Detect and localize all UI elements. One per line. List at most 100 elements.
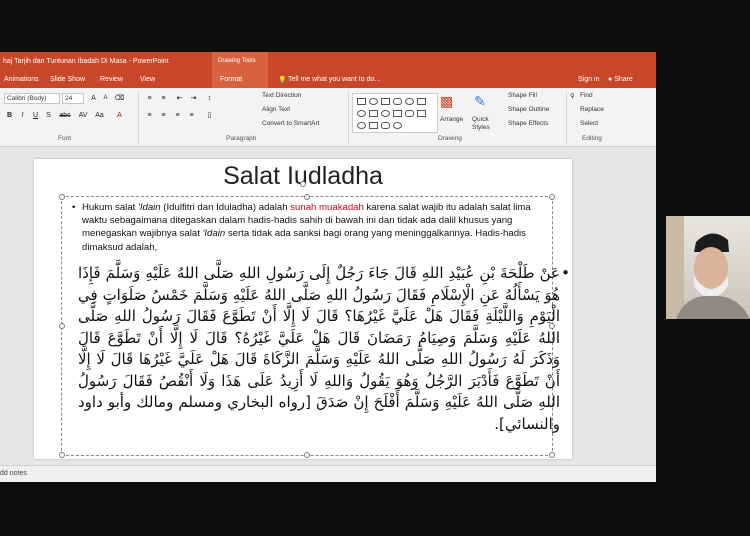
oval-shape-icon[interactable]	[369, 98, 378, 105]
search-icon: ⚲	[570, 93, 575, 100]
line-spacing-icon[interactable]: ↕	[204, 93, 215, 104]
rounded-rect-shape-icon[interactable]	[381, 122, 390, 129]
replace-button[interactable]: Replace	[580, 106, 604, 113]
font-color-icon[interactable]: A	[114, 110, 125, 121]
slide[interactable]: Salat Iudladha • Hukum salat 'Idain (Idul…	[34, 159, 572, 459]
select-button[interactable]: Select	[580, 120, 598, 127]
text-run: Hukum salat	[82, 202, 138, 213]
align-center-icon[interactable]: ≡	[158, 110, 169, 121]
increase-indent-icon[interactable]: ⇥	[188, 93, 199, 104]
grow-font-icon[interactable]: A	[88, 93, 99, 104]
resize-handle[interactable]	[304, 194, 310, 200]
group-label-font: Font	[58, 135, 72, 142]
align-text-button[interactable]: Align Text	[262, 106, 290, 113]
bullet-paragraph-hadith: • عَنْ طَلْحَةَ بْنِ عُبَيْدِ اللهِ قَالَ…	[78, 263, 570, 435]
arrange-button[interactable]: Arrange	[440, 116, 463, 123]
slide-canvas: Salat Iudladha • Hukum salat 'Idain (Idul…	[0, 147, 656, 465]
powerpoint-window: haj Tarjih dan Tuntunan Ibadah Di Masa -…	[0, 52, 656, 482]
text-direction-button[interactable]: Text Direction	[262, 92, 301, 99]
rectangle-shape-icon[interactable]	[369, 122, 378, 129]
oval-shape-icon[interactable]	[393, 122, 402, 129]
rectangle-shape-icon[interactable]	[381, 98, 390, 105]
rectangle-shape-icon[interactable]	[417, 98, 426, 105]
title-bar: haj Tarjih dan Tuntunan Ibadah Di Masa -…	[0, 52, 656, 72]
hadith-text: عَنْ طَلْحَةَ بْنِ عُبَيْدِ اللهِ قَالَ …	[78, 264, 560, 433]
group-label-drawing: Drawing	[438, 135, 462, 142]
convert-smartart-button[interactable]: Convert to SmartArt	[262, 120, 319, 127]
italic-run: 'Idain	[202, 228, 226, 240]
resize-handle[interactable]	[304, 452, 310, 458]
shrink-font-icon[interactable]: A	[100, 93, 111, 104]
change-case-icon[interactable]: Aa	[94, 110, 105, 121]
share-button[interactable]: ● Share	[608, 76, 633, 83]
clear-format-icon[interactable]: ⌫	[114, 93, 125, 104]
italic-run: 'Idain	[137, 202, 161, 213]
rotate-handle[interactable]	[300, 181, 306, 187]
align-left-icon[interactable]: ≡	[144, 110, 155, 121]
decrease-indent-icon[interactable]: ⇤	[174, 93, 185, 104]
resize-handle[interactable]	[59, 194, 65, 200]
add-notes-link[interactable]: dd notes	[0, 470, 27, 477]
sign-in-link[interactable]: Sign in	[578, 76, 599, 83]
rounded-rect-shape-icon[interactable]	[405, 110, 414, 117]
rectangle-shape-icon[interactable]	[417, 110, 426, 117]
resize-handle[interactable]	[549, 194, 555, 200]
bullet-marker: •	[561, 264, 570, 282]
italic-icon[interactable]: I	[17, 110, 28, 121]
oval-shape-icon[interactable]	[381, 110, 390, 117]
context-tab-label: Drawing Tools	[218, 58, 256, 64]
oval-shape-icon[interactable]	[405, 98, 414, 105]
tell-me-box[interactable]: Tell me what you want to do...	[288, 76, 380, 83]
tab-animations[interactable]: Animations	[4, 76, 39, 83]
tab-review[interactable]: Review	[100, 76, 123, 83]
rectangle-shape-icon[interactable]	[369, 110, 378, 117]
group-divider	[348, 92, 349, 144]
columns-icon[interactable]: ▯	[204, 110, 215, 121]
rectangle-shape-icon[interactable]	[393, 110, 402, 117]
group-divider	[566, 92, 567, 144]
status-bar: dd notes	[0, 465, 656, 482]
quick-styles-button[interactable]: Quick Styles	[472, 116, 502, 132]
shape-outline-button[interactable]: Shape Outline	[508, 106, 549, 113]
shape-fill-button[interactable]: Shape Fill	[508, 92, 537, 99]
underline-icon[interactable]: U	[30, 110, 41, 121]
tab-slide-show[interactable]: Slide Show	[50, 76, 85, 83]
bold-icon[interactable]: B	[4, 110, 15, 121]
strikethrough-icon[interactable]: abc	[58, 110, 72, 121]
group-label-editing: Editing	[582, 135, 602, 142]
presenter-figure	[666, 216, 750, 319]
window-title: haj Tarjih dan Tuntunan Ibadah Di Masa -…	[3, 58, 169, 65]
ribbon-tabs: Animations Slide Show Review View Format…	[0, 72, 656, 88]
context-tab-header: Drawing Tools	[212, 52, 268, 72]
rectangle-shape-icon[interactable]	[357, 98, 366, 105]
oval-shape-icon[interactable]	[357, 122, 366, 129]
ribbon: Calibri (Body) 24 A A ⌫ B I U S abc AV A…	[0, 88, 656, 147]
justify-icon[interactable]: ≡	[186, 110, 197, 121]
webcam-video-thumbnail	[666, 216, 750, 319]
shape-effects-button[interactable]: Shape Effects	[508, 120, 548, 127]
tab-format[interactable]: Format	[212, 72, 268, 88]
resize-handle[interactable]	[549, 452, 555, 458]
lightbulb-icon: 💡	[278, 77, 287, 84]
font-size-combo[interactable]: 24	[62, 93, 84, 104]
quick-styles-icon[interactable]: ✎	[474, 93, 486, 110]
bullet-paragraph-hukum: • Hukum salat 'Idain (Idulfitri dan Idula…	[72, 201, 556, 254]
font-name-combo[interactable]: Calibri (Body)	[4, 93, 60, 104]
align-right-icon[interactable]: ≡	[172, 110, 183, 121]
resize-handle[interactable]	[59, 452, 65, 458]
find-button[interactable]: Find	[580, 92, 593, 99]
numbering-icon[interactable]: ≡	[158, 93, 169, 104]
arrange-icon[interactable]: ▩	[440, 93, 453, 110]
share-label: Share	[614, 76, 633, 83]
tab-view[interactable]: View	[140, 76, 155, 83]
bullets-icon[interactable]: ≡	[144, 93, 155, 104]
resize-handle[interactable]	[59, 323, 65, 329]
char-spacing-icon[interactable]: AV	[76, 110, 90, 121]
highlight-run: sunah muakadah	[290, 202, 364, 213]
text-run: (Idulfitri dan Iduladha) adalah	[160, 202, 291, 213]
oval-shape-icon[interactable]	[357, 110, 366, 117]
rounded-rect-shape-icon[interactable]	[393, 98, 402, 105]
shapes-gallery[interactable]	[352, 93, 438, 133]
group-label-paragraph: Paragraph	[226, 135, 257, 142]
shadow-text-icon[interactable]: S	[43, 110, 54, 121]
